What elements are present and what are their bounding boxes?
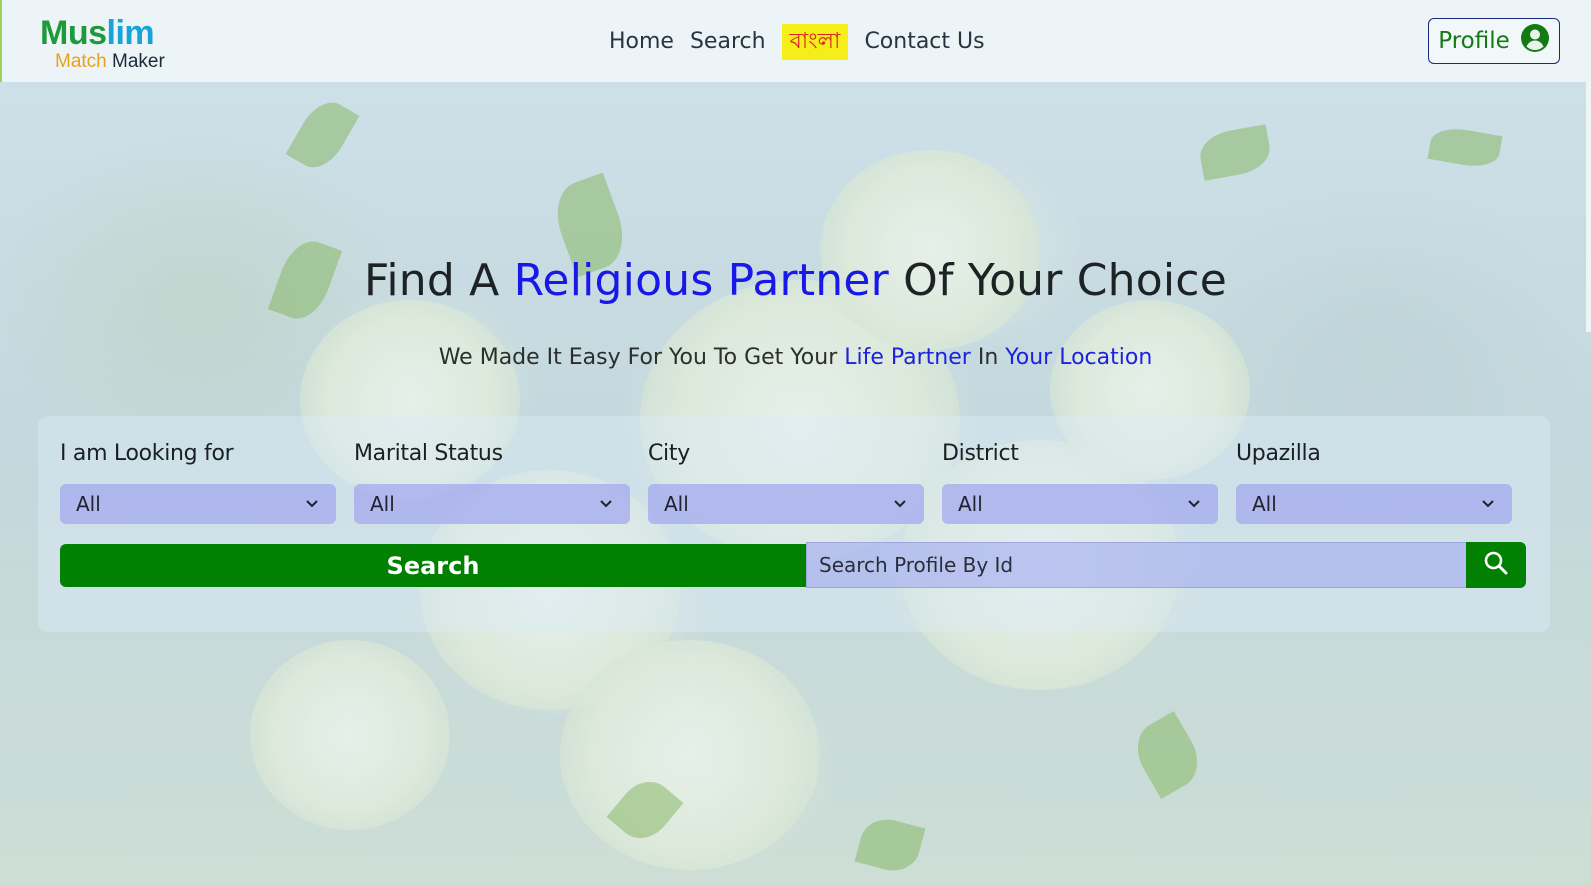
filter-label: I am Looking for	[60, 441, 234, 466]
hero-title-part: Find A	[364, 255, 514, 306]
logo-word-lim: lim	[106, 14, 155, 52]
nav-language-bangla[interactable]: বাংলা	[781, 24, 849, 60]
select-value: All	[370, 492, 395, 516]
logo-subtitle: Match Maker	[55, 52, 165, 72]
profile-label: Profile	[1438, 28, 1510, 54]
filter-label: Marital Status	[354, 441, 503, 466]
logo-title: Muslim	[40, 14, 155, 52]
filter-label: City	[648, 441, 690, 466]
upazilla-select[interactable]: All	[1236, 484, 1512, 524]
nav-contact-us[interactable]: Contact Us	[856, 23, 992, 61]
hero-sub-highlight-life-partner: Life Partner	[844, 345, 971, 370]
search-button[interactable]: Search	[60, 544, 806, 587]
profile-button[interactable]: Profile	[1428, 18, 1560, 64]
chevron-down-icon	[1186, 492, 1202, 516]
hero-sub-part: We Made It Easy For You To Get Your	[438, 345, 845, 370]
chevron-down-icon	[304, 492, 320, 516]
city-select[interactable]: All	[648, 484, 924, 524]
chevron-down-icon	[892, 492, 908, 516]
profile-id-search-input[interactable]: Search Profile By Id	[806, 542, 1466, 588]
select-value: All	[76, 492, 101, 516]
logo-word-maker: Maker	[112, 51, 165, 72]
filter-district: District All	[942, 438, 1218, 524]
looking-for-select[interactable]: All	[60, 484, 336, 524]
nav-home[interactable]: Home	[609, 23, 682, 61]
hero-title-part: Of Your Choice	[888, 255, 1227, 306]
filter-upazilla: Upazilla All	[1236, 438, 1512, 524]
hero-sub-highlight-location: Your Location	[1005, 345, 1153, 370]
logo-word-match: Match	[55, 51, 107, 72]
main-nav: Home Search বাংলা Contact Us	[609, 22, 993, 62]
logo[interactable]: Muslim Match Maker	[40, 14, 190, 72]
filter-label: District	[942, 441, 1019, 466]
select-value: All	[1252, 492, 1277, 516]
search-icon	[1482, 549, 1510, 581]
nav-search[interactable]: Search	[682, 23, 774, 61]
marital-status-select[interactable]: All	[354, 484, 630, 524]
search-panel: I am Looking for All Marital Status All …	[38, 416, 1550, 632]
filter-looking-for: I am Looking for All	[60, 438, 336, 524]
chevron-down-icon	[598, 492, 614, 516]
hero-subtitle: We Made It Easy For You To Get Your Life…	[0, 345, 1591, 370]
filter-marital-status: Marital Status All	[354, 438, 630, 524]
logo-word-mus: Mus	[40, 14, 107, 52]
filter-label: Upazilla	[1236, 441, 1321, 466]
filter-city: City All	[648, 438, 924, 524]
hero-title: Find A Religious Partner Of Your Choice	[0, 255, 1591, 306]
hero-title-highlight: Religious Partner	[513, 255, 889, 306]
chevron-down-icon	[1480, 492, 1496, 516]
hero-sub-part: In	[970, 345, 1006, 370]
user-circle-icon	[1520, 23, 1550, 59]
navbar: Muslim Match Maker Home Search বাংলা Con…	[0, 0, 1591, 82]
select-value: All	[664, 492, 689, 516]
select-value: All	[958, 492, 983, 516]
district-select[interactable]: All	[942, 484, 1218, 524]
profile-id-search-button[interactable]	[1466, 542, 1526, 588]
